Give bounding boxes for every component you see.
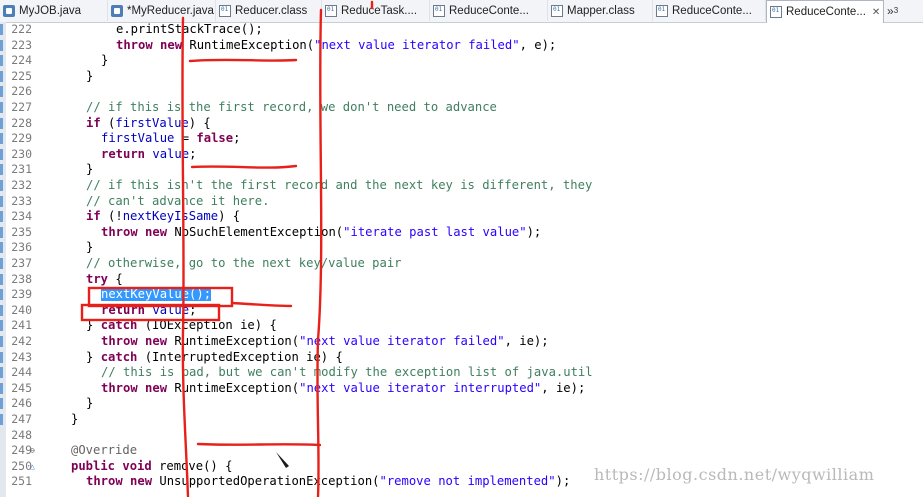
annotation-line-right	[316, 8, 323, 497]
annotation-stroke-bottom	[196, 442, 322, 447]
annotation-line-left	[181, 16, 190, 497]
annotation-box-return	[80, 303, 221, 322]
watermark: https://blog.csdn.net/wyqwilliam	[594, 465, 875, 484]
annotation-box-nextkeyvalue	[87, 286, 234, 308]
red-annotation-overlay	[80, 0, 374, 497]
annotation-stroke-mid	[190, 164, 298, 169]
annotation-stroke-239	[230, 301, 293, 308]
annotation-stroke-top	[188, 58, 298, 63]
mouse-pointer-mark	[276, 452, 289, 468]
